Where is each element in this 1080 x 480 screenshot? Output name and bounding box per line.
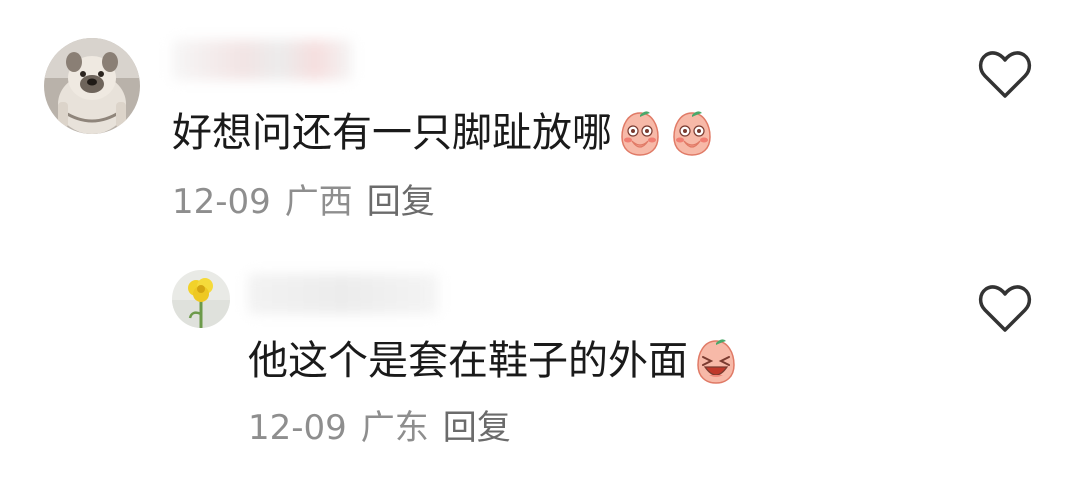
comment-date: 12-09: [248, 408, 347, 448]
avatar[interactable]: [44, 38, 140, 134]
comment-item: 好想问还有一只脚趾放哪 12-09 广西 回复: [0, 0, 1080, 240]
comment-date: 12-09: [172, 182, 271, 222]
heart-outline-icon: [978, 51, 1032, 98]
peach-laughing-emoji-icon: [692, 337, 740, 385]
username-redacted: [172, 40, 352, 80]
reply-button[interactable]: 回复: [367, 182, 435, 222]
comment-item: 他这个是套在鞋子的外面 12-09 广东 回复: [0, 240, 1080, 480]
comment-text: 好想问还有一只脚趾放哪: [172, 108, 716, 158]
avatar[interactable]: [172, 270, 230, 328]
comment-body: 好想问还有一只脚趾放哪: [172, 110, 612, 156]
comment-meta: 12-09 广东 回复: [248, 408, 525, 448]
like-button[interactable]: [978, 284, 1032, 334]
comment-body: 他这个是套在鞋子的外面: [248, 338, 688, 384]
comment-meta: 12-09 广西 回复: [172, 182, 449, 222]
like-button[interactable]: [978, 50, 1032, 100]
bulldog-avatar-icon: [44, 38, 140, 134]
comment-location: 广东: [360, 408, 429, 448]
peach-cover-mouth-emoji-icon: [616, 109, 664, 157]
reply-button[interactable]: 回复: [443, 408, 511, 448]
yellow-flower-avatar-icon: [172, 270, 230, 328]
comment-text: 他这个是套在鞋子的外面: [248, 336, 740, 386]
peach-cover-mouth-emoji-icon: [668, 109, 716, 157]
username-redacted: [248, 274, 438, 314]
heart-outline-icon: [978, 285, 1032, 332]
comment-location: 广西: [284, 182, 353, 222]
